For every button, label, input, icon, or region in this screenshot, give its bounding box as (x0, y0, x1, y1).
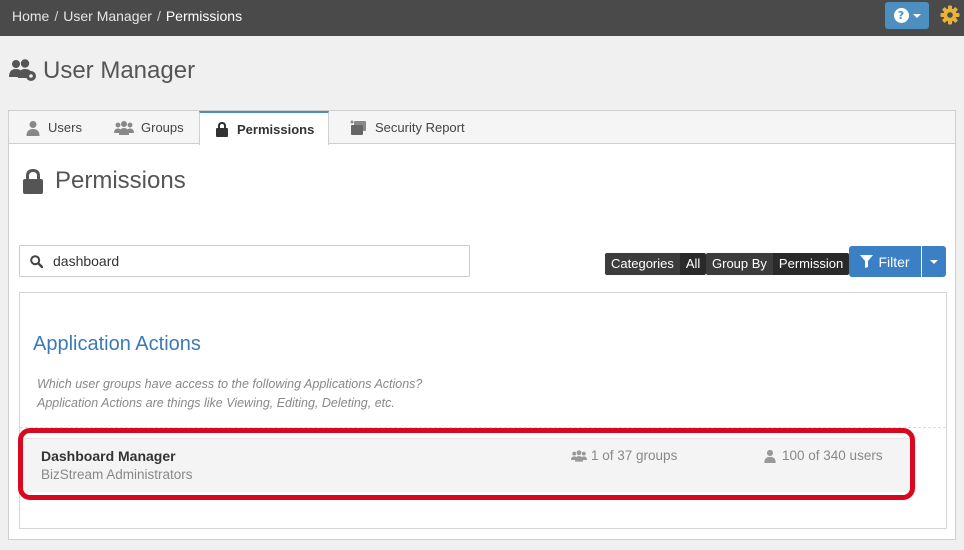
tab-permissions[interactable]: Permissions (199, 111, 330, 145)
categories-value: All (679, 253, 707, 275)
help-dropdown-button[interactable]: ? (885, 2, 929, 29)
search-icon (30, 254, 43, 268)
group-icon (114, 120, 134, 135)
breadcrumb-home[interactable]: Home (12, 8, 49, 24)
breadcrumb: Home / User Manager / Permissions (12, 8, 242, 24)
page-header: User Manager (8, 56, 195, 86)
page-title: User Manager (43, 57, 196, 84)
tab-groups[interactable]: Groups (100, 111, 198, 144)
top-bar: Home / User Manager / Permissions ? (0, 0, 964, 36)
results-description: Which user groups have access to the fol… (37, 375, 422, 413)
highlight-box (18, 428, 915, 500)
breadcrumb-user-manager[interactable]: User Manager (63, 8, 152, 24)
results-description-line: Application Actions are things like View… (37, 396, 395, 410)
tab-users-label: Users (48, 120, 82, 135)
group-by-value: Permission (772, 253, 850, 275)
tab-groups-label: Groups (141, 120, 184, 135)
user-manager-icon (9, 59, 36, 81)
filter-icon (860, 255, 874, 268)
results-heading: Application Actions (33, 333, 201, 355)
chevron-down-icon (930, 259, 938, 264)
breadcrumb-permissions: Permissions (165, 8, 243, 24)
tab-security-report-label: Security Report (375, 120, 465, 135)
group-by-label: Group By (706, 253, 773, 275)
report-icon (350, 120, 366, 135)
gear-icon[interactable] (940, 5, 960, 25)
results-description-line: Which user groups have access to the fol… (37, 377, 423, 391)
lock-icon (216, 122, 228, 137)
group-by-filter[interactable]: Group By Permission (706, 253, 850, 275)
categories-filter[interactable]: Categories All (605, 253, 707, 275)
tab-bar: Users Groups Permissions Security Report (9, 111, 955, 145)
filter-dropdown-toggle[interactable] (922, 246, 946, 277)
chevron-down-icon (912, 13, 921, 18)
tab-permissions-label: Permissions (237, 121, 315, 137)
categories-label: Categories (605, 253, 680, 275)
section-header: Permissions (21, 167, 186, 195)
section-title: Permissions (55, 167, 186, 194)
filter-button-label: Filter (878, 253, 910, 270)
search-box (19, 245, 470, 277)
tab-security-report[interactable]: Security Report (336, 111, 479, 144)
user-icon (26, 120, 40, 136)
breadcrumb-separator: / (54, 8, 59, 24)
tab-users[interactable]: Users (11, 111, 96, 144)
search-input[interactable] (51, 252, 451, 270)
breadcrumb-separator: / (156, 8, 161, 24)
help-icon: ? (893, 8, 909, 23)
lock-icon (23, 169, 43, 194)
filter-button[interactable]: Filter (849, 246, 921, 277)
